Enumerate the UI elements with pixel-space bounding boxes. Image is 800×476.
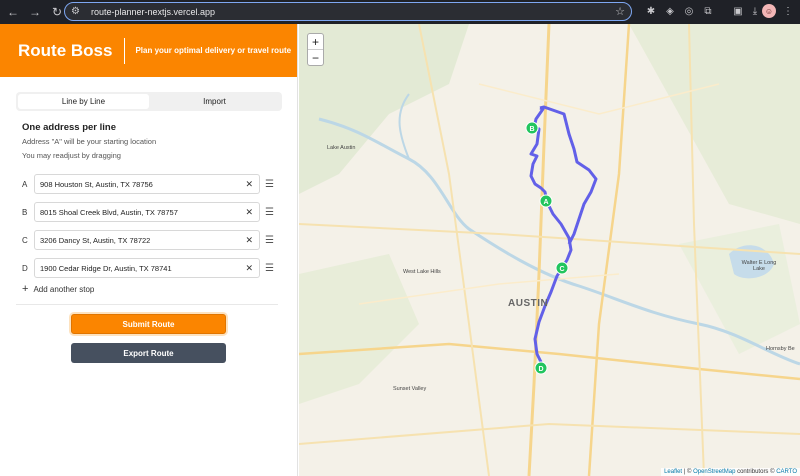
- drag-handle-icon[interactable]: ☰: [265, 263, 274, 274]
- leaflet-link[interactable]: Leaflet: [664, 469, 682, 475]
- map-label-lake-austin: Lake Austin: [327, 145, 356, 151]
- carto-link[interactable]: CARTO: [776, 469, 797, 475]
- zoom-out-button[interactable]: −: [308, 50, 323, 66]
- marker-c[interactable]: C: [555, 261, 569, 275]
- puzzle-icon[interactable]: ⧉: [701, 4, 715, 18]
- menu-kebab-icon[interactable]: ⋮: [781, 4, 795, 18]
- address-bar[interactable]: ⚙ route-planner-nextjs.vercel.app ☆: [64, 2, 632, 21]
- map-label-west-lake-hills: West Lake Hills: [403, 269, 441, 275]
- address-input[interactable]: 3206 Dancy St, Austin, TX 78722 ✕: [34, 230, 260, 250]
- address-input[interactable]: 908 Houston St, Austin, TX 78756 ✕: [34, 174, 260, 194]
- hint-start-location: Address "A" will be your starting locati…: [22, 137, 157, 146]
- input-mode-tabs: Line by Line Import: [16, 92, 282, 111]
- shield-icon[interactable]: ◈: [663, 4, 677, 18]
- browser-toolbar: ← → ↻ ⚙ route-planner-nextjs.vercel.app …: [0, 0, 800, 24]
- stop-row: C 3206 Dancy St, Austin, TX 78722 ✕ ☰: [22, 230, 276, 250]
- divider: [16, 304, 278, 305]
- svg-text:D: D: [538, 366, 543, 373]
- download-icon[interactable]: ⤓: [748, 4, 762, 18]
- url-text: route-planner-nextjs.vercel.app: [91, 6, 216, 17]
- export-route-button[interactable]: Export Route: [71, 343, 226, 363]
- stop-row: B 8015 Shoal Creek Blvd, Austin, TX 7875…: [22, 202, 276, 222]
- sidebar-icon[interactable]: ▣: [731, 4, 745, 18]
- section-title: One address per line: [22, 122, 116, 133]
- drag-handle-icon[interactable]: ☰: [265, 179, 274, 190]
- map-label-walter-long-lake: Walter E Long Lake: [741, 260, 777, 272]
- extension-icon[interactable]: ✱: [644, 4, 658, 18]
- tagline: Plan your optimal delivery or travel rou…: [135, 46, 292, 55]
- zoom-control: + −: [307, 33, 324, 66]
- hint-drag: You may readjust by dragging: [22, 151, 121, 160]
- plus-icon: +: [22, 283, 29, 295]
- bookmark-star-icon[interactable]: ☆: [615, 5, 625, 18]
- stop-row: D 1900 Cedar Ridge Dr, Austin, TX 78741 …: [22, 258, 276, 278]
- address-value: 908 Houston St, Austin, TX 78756: [40, 179, 153, 189]
- svg-text:B: B: [529, 126, 534, 133]
- profile-avatar[interactable]: ☺: [762, 4, 776, 18]
- attribution-contributors: contributors ©: [735, 469, 777, 475]
- clear-icon[interactable]: ✕: [245, 179, 253, 190]
- map-label-austin: AUSTIN: [508, 298, 549, 309]
- marker-b[interactable]: B: [525, 121, 539, 135]
- extension-icon[interactable]: ◎: [682, 4, 696, 18]
- map-label-hornsby-bend: Hornsby Be: [766, 346, 795, 352]
- map-tiles: A B C D: [299, 24, 800, 476]
- marker-d[interactable]: D: [534, 361, 548, 375]
- stop-letter: D: [22, 263, 28, 273]
- address-value: 8015 Shoal Creek Blvd, Austin, TX 78757: [40, 207, 178, 217]
- address-value: 1900 Cedar Ridge Dr, Austin, TX 78741: [40, 263, 172, 273]
- attribution-separator: | ©: [682, 469, 694, 475]
- forward-icon[interactable]: →: [26, 3, 44, 21]
- submit-route-button[interactable]: Submit Route: [71, 314, 226, 334]
- stop-letter: C: [22, 235, 28, 245]
- drag-handle-icon[interactable]: ☰: [265, 207, 274, 218]
- route-map[interactable]: A B C D Lake Austin West Lake Hills AUST…: [299, 24, 800, 476]
- header-divider: [124, 37, 126, 64]
- address-input[interactable]: 1900 Cedar Ridge Dr, Austin, TX 78741 ✕: [34, 258, 260, 278]
- svg-text:A: A: [543, 199, 548, 206]
- osm-link[interactable]: OpenStreetMap: [693, 469, 735, 475]
- stop-letter: B: [22, 207, 28, 217]
- add-stop-label: Add another stop: [33, 284, 95, 294]
- tab-import[interactable]: Import: [149, 94, 280, 109]
- app-header: Route Boss Plan your optimal delivery or…: [0, 24, 297, 77]
- map-label-sunset-valley: Sunset Valley: [393, 386, 427, 392]
- add-stop-button[interactable]: + Add another stop: [22, 283, 94, 295]
- stop-letter: A: [22, 179, 28, 189]
- svg-text:C: C: [559, 266, 564, 273]
- sidebar: Route Boss Plan your optimal delivery or…: [0, 24, 298, 476]
- tab-line-by-line[interactable]: Line by Line: [18, 94, 149, 109]
- back-icon[interactable]: ←: [4, 3, 22, 21]
- address-value: 3206 Dancy St, Austin, TX 78722: [40, 235, 151, 245]
- drag-handle-icon[interactable]: ☰: [265, 235, 274, 246]
- brand-title: Route Boss: [18, 40, 113, 60]
- site-info-icon[interactable]: ⚙: [71, 6, 85, 17]
- clear-icon[interactable]: ✕: [245, 235, 253, 246]
- stop-row: A 908 Houston St, Austin, TX 78756 ✕ ☰: [22, 174, 276, 194]
- clear-icon[interactable]: ✕: [245, 263, 253, 274]
- marker-a[interactable]: A: [539, 194, 553, 208]
- map-attribution: Leaflet | © OpenStreetMap contributors ©…: [661, 468, 800, 476]
- zoom-in-button[interactable]: +: [308, 34, 323, 50]
- clear-icon[interactable]: ✕: [245, 207, 253, 218]
- address-input[interactable]: 8015 Shoal Creek Blvd, Austin, TX 78757 …: [34, 202, 260, 222]
